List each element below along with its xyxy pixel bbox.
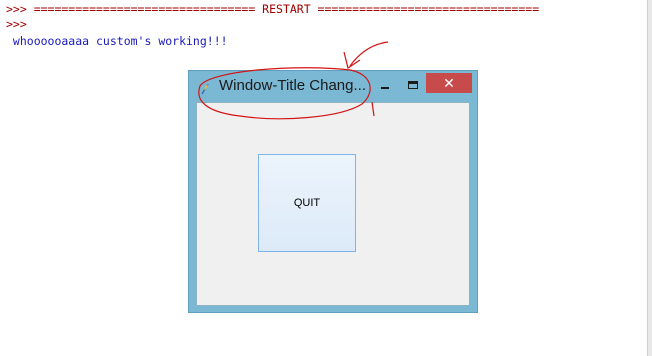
restart-line: >>> ================================ RES… (6, 2, 540, 16)
window-titlebar[interactable]: Window-Title Chang... ✕ (189, 71, 477, 101)
shell-prompt: >>> (6, 17, 27, 31)
tk-window: Window-Title Chang... ✕ QUIT (188, 70, 478, 313)
python-feather-icon (199, 80, 211, 95)
window-client-area: QUIT (196, 102, 470, 306)
close-button[interactable]: ✕ (426, 73, 472, 93)
close-icon: ✕ (443, 75, 455, 91)
shell-scrollbar[interactable] (647, 0, 652, 356)
window-title: Window-Title Chang... (219, 77, 366, 94)
quit-button[interactable]: QUIT (258, 154, 356, 252)
shell-output: whoooooaaaa custom's working!!! (6, 34, 228, 48)
maximize-button[interactable] (403, 77, 423, 95)
minimize-button[interactable] (375, 77, 395, 95)
